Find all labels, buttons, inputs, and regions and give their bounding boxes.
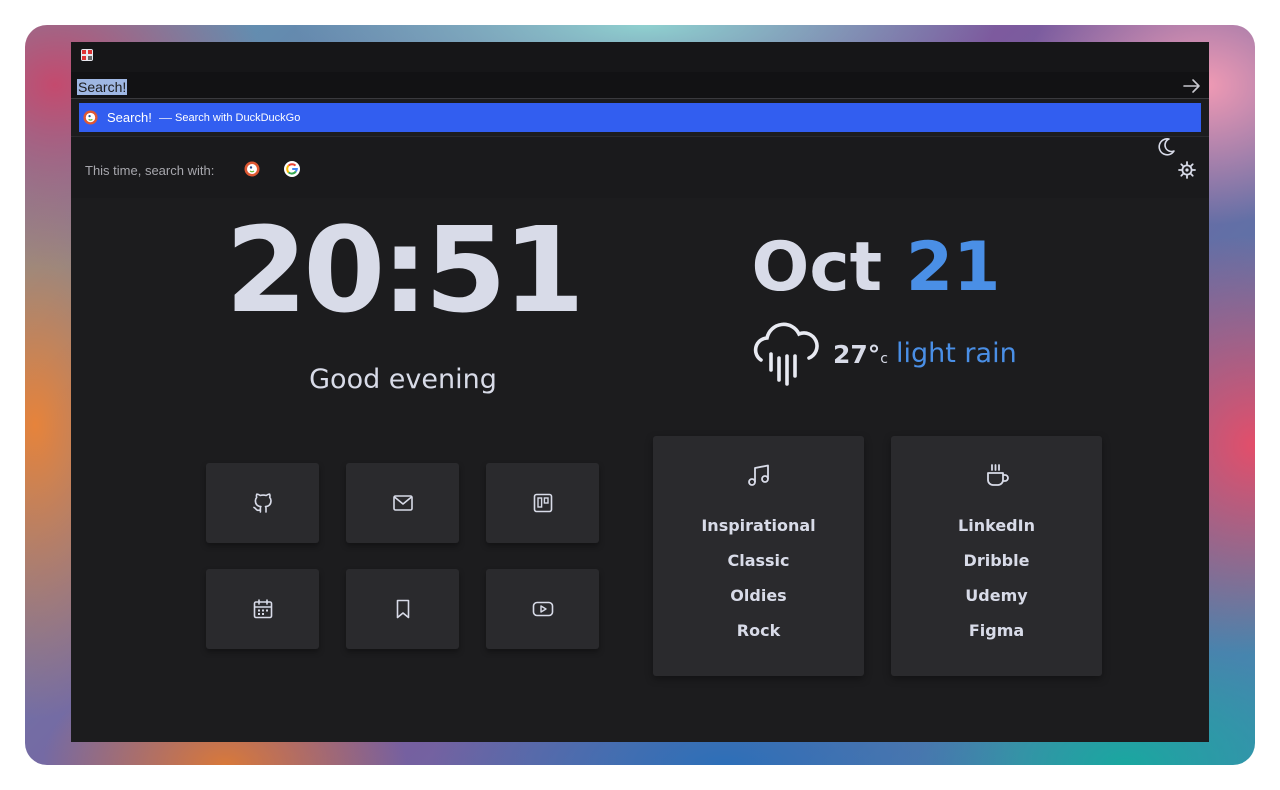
date-month: Oct (751, 228, 883, 307)
temperature-unit: c (880, 351, 888, 367)
bookmark-icon (396, 599, 409, 619)
google-icon[interactable] (284, 161, 300, 177)
card-link[interactable]: Rock (653, 620, 864, 655)
card-link[interactable]: Classic (653, 550, 864, 585)
suggestion-description: Search with DuckDuckGo (175, 112, 301, 124)
coffee-icon (987, 464, 1009, 486)
calendar-icon (253, 599, 272, 619)
suggestion-separator: — (159, 110, 172, 125)
address-input[interactable]: Search! (77, 79, 128, 95)
youtube-icon (532, 601, 553, 617)
shortcut-mail[interactable] (346, 463, 459, 543)
duckduckgo-icon (83, 110, 98, 125)
one-time-search-label: This time, search with: (85, 163, 215, 178)
weather-temperature: 27°c (833, 340, 888, 369)
browser-titlebar (71, 42, 1209, 72)
duckduckgo-icon[interactable] (244, 161, 260, 177)
tab-favicon-icon[interactable] (81, 49, 93, 61)
card-link[interactable]: LinkedIn (891, 515, 1102, 550)
trello-icon (533, 493, 552, 513)
shortcut-youtube[interactable] (486, 569, 599, 649)
search-suggestion-row[interactable]: Search! — Search with DuckDuckGo (79, 103, 1201, 132)
mail-icon (392, 495, 413, 511)
music-links-card: Inspirational Classic Oldies Rock (653, 436, 864, 676)
card-link[interactable]: Figma (891, 620, 1102, 655)
clock-time: 20:51 (225, 201, 585, 339)
date-day: 21 (905, 228, 1001, 307)
shortcut-calendar[interactable] (206, 569, 319, 649)
work-links-card: LinkedIn Dribble Udemy Figma (891, 436, 1102, 676)
greeting-text: Good evening (309, 364, 497, 395)
shortcut-trello[interactable] (486, 463, 599, 543)
dark-mode-toggle-icon[interactable] (1155, 136, 1177, 158)
date-display: Oct 21 (731, 228, 1021, 308)
card-link[interactable]: Udemy (891, 585, 1102, 620)
temperature-value: 27° (833, 340, 881, 369)
card-link[interactable]: Oldies (653, 585, 864, 620)
github-icon (252, 493, 272, 513)
suggestion-title: Search! (107, 110, 152, 125)
card-link[interactable]: Dribble (891, 550, 1102, 585)
shortcut-bookmark[interactable] (346, 569, 459, 649)
settings-gear-icon[interactable] (1177, 160, 1197, 180)
card-link[interactable]: Inspirational (653, 515, 864, 550)
go-arrow-icon[interactable] (1183, 78, 1201, 94)
shortcut-github[interactable] (206, 463, 319, 543)
weather-condition: light rain (896, 338, 1017, 369)
music-icon (748, 464, 769, 486)
rain-cloud-icon (753, 322, 819, 386)
one-time-search-bar: This time, search with: (71, 136, 1209, 198)
address-bar[interactable]: Search! (71, 72, 1209, 99)
browser-window: Search! Search! — Search with DuckDuckGo… (71, 42, 1209, 742)
